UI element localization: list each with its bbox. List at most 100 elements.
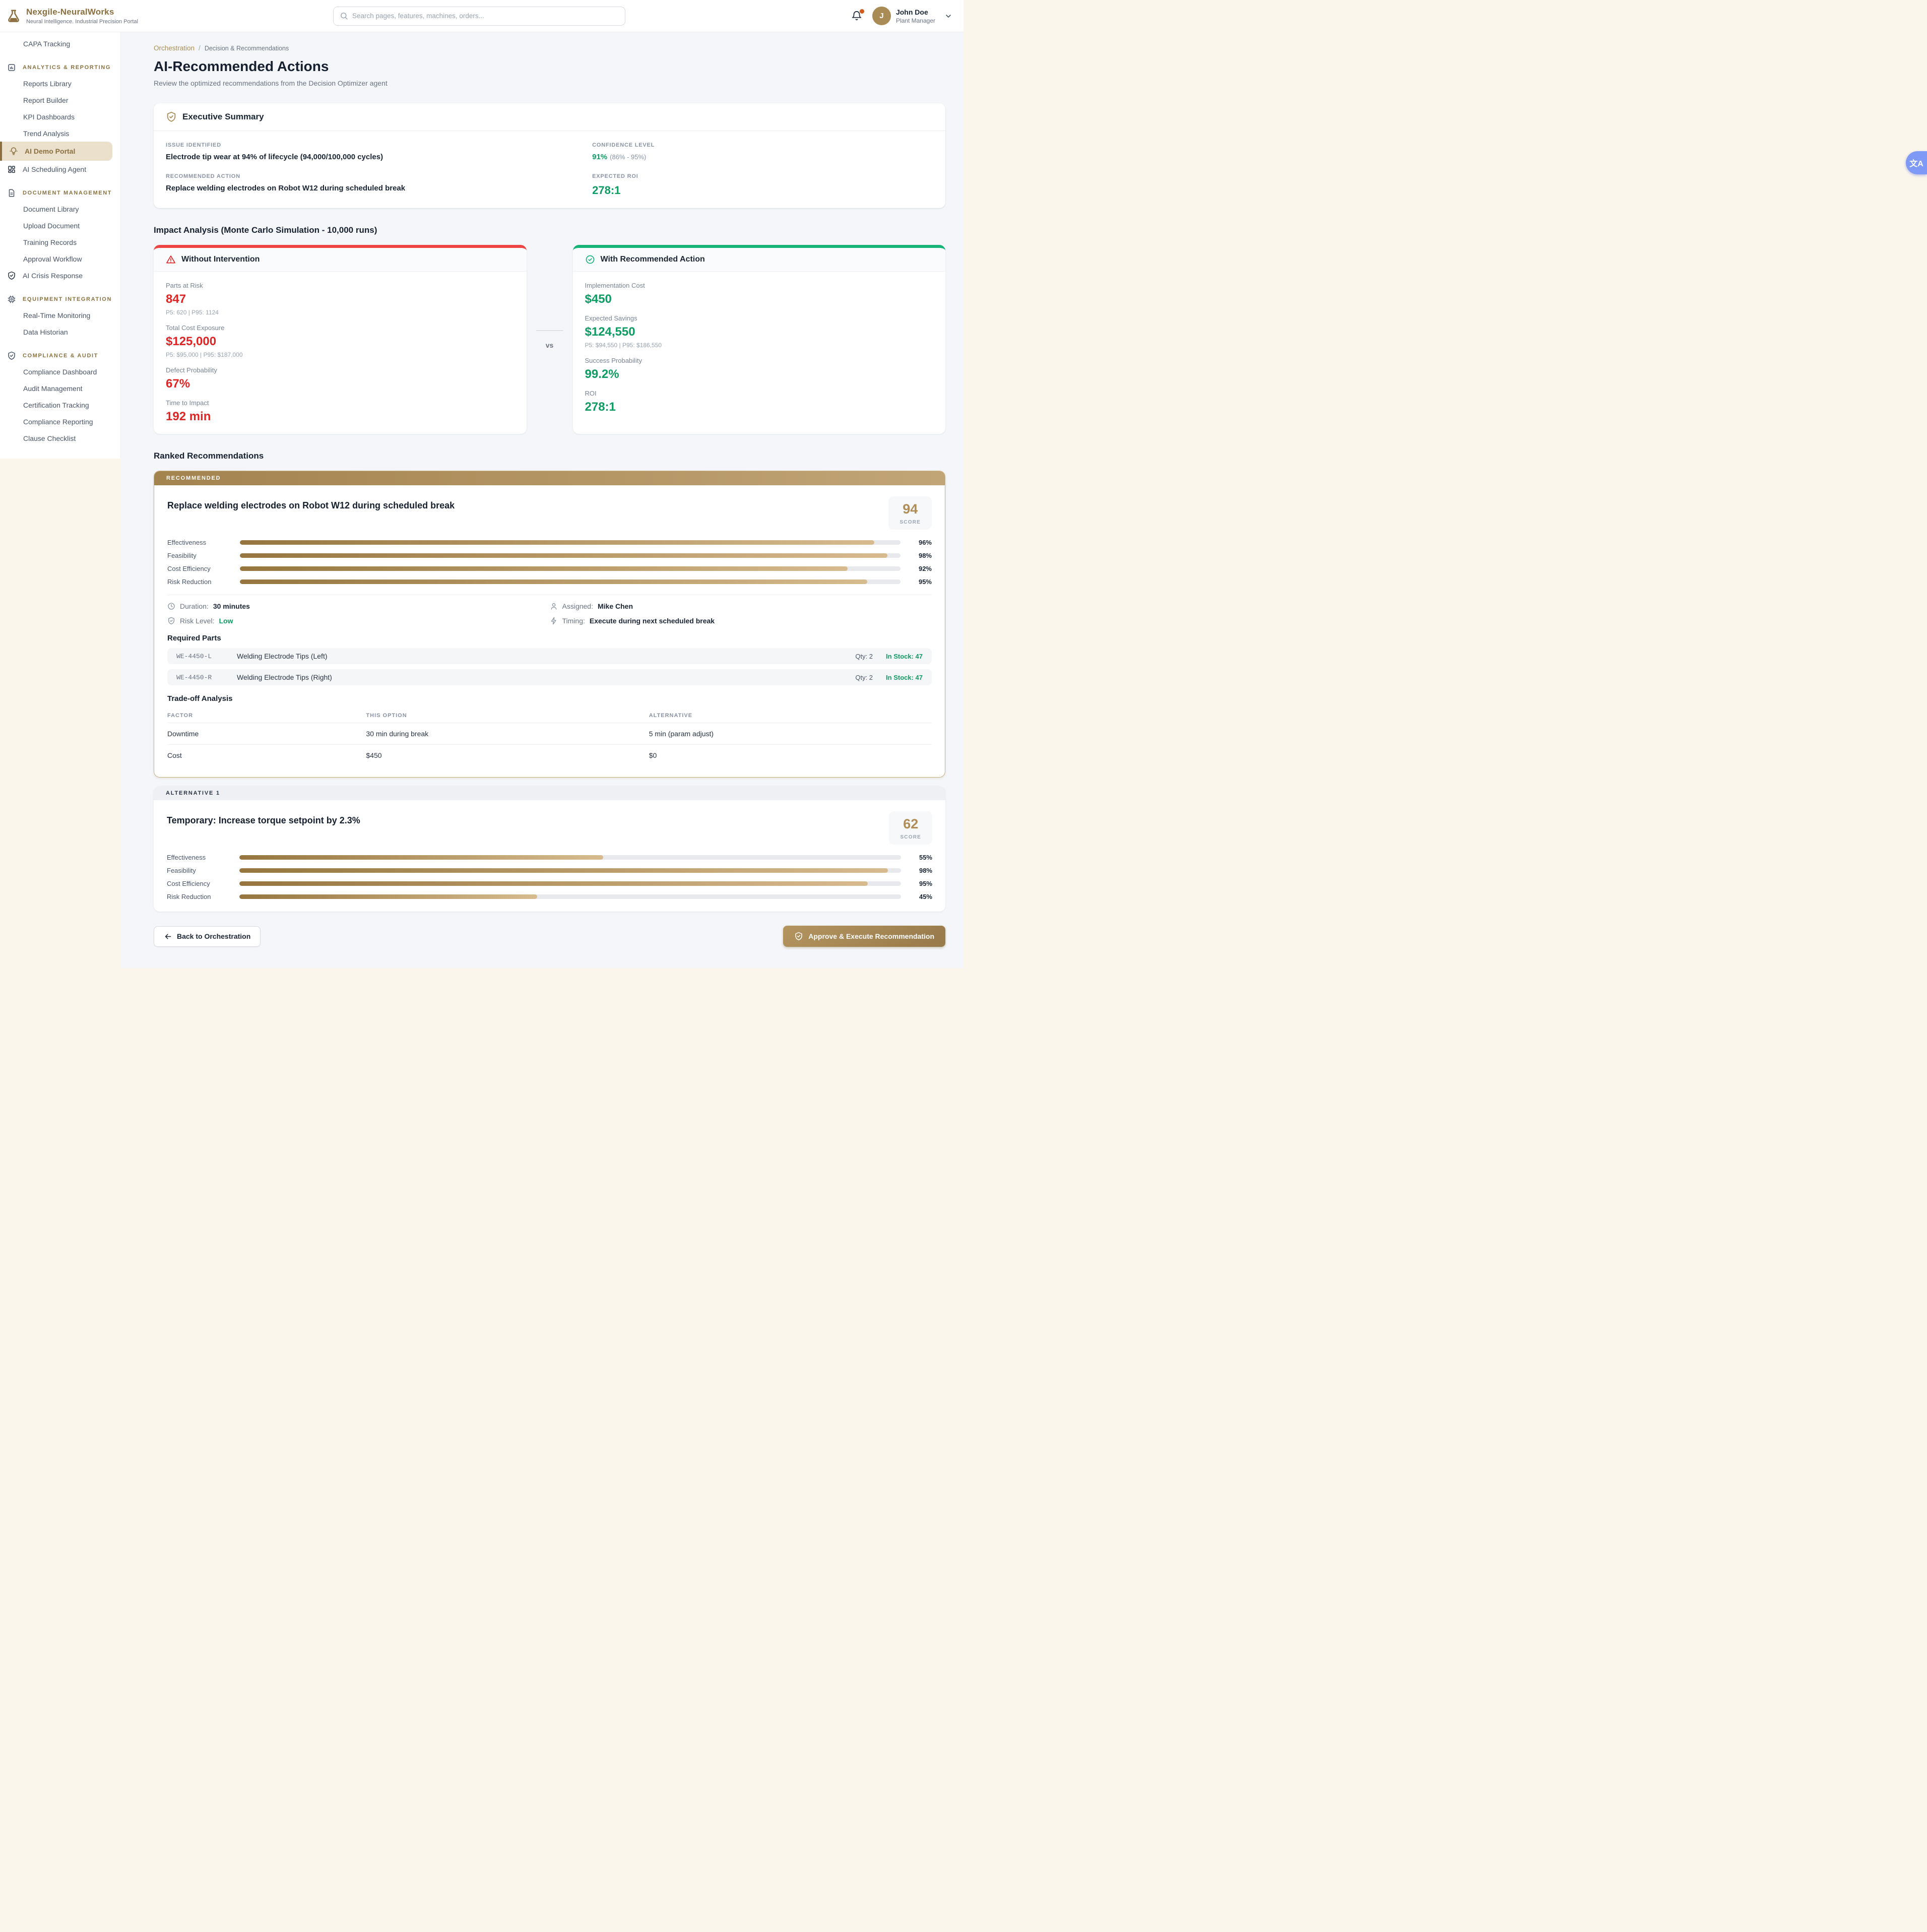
sidebar-item-ai-demo-portal[interactable]: AI Demo Portal — [0, 142, 112, 161]
confidence-level-label: CONFIDENCE LEVEL — [592, 142, 933, 148]
search-icon — [340, 12, 348, 20]
page-subtitle: Review the optimized recommendations fro… — [154, 79, 945, 87]
shield-check-icon — [166, 111, 177, 122]
tradeoff-row-downtime: Downtime 30 min during break 5 min (para… — [167, 723, 932, 744]
detail-risk-level: Risk Level: Low — [167, 617, 550, 625]
sidebar-item-report-builder[interactable]: Report Builder — [0, 92, 120, 108]
shield-icon — [7, 271, 16, 280]
arrow-left-icon — [164, 932, 172, 941]
search-input[interactable] — [352, 12, 619, 20]
metric-implementation-cost: Implementation Cost $450 — [585, 282, 934, 306]
sidebar-item-compliance-reporting[interactable]: Compliance Reporting — [0, 413, 120, 430]
translate-widget-button[interactable]: 文A — [1906, 151, 1927, 174]
recommended-action-value: Replace welding electrodes on Robot W12 … — [166, 184, 592, 192]
user-name: John Doe — [896, 8, 935, 16]
detail-duration: Duration: 30 minutes — [167, 602, 550, 610]
bar-effectiveness: Effectiveness 96% — [167, 539, 932, 546]
issue-identified-label: ISSUE IDENTIFIED — [166, 142, 592, 148]
sidebar-item-kpi-dashboards[interactable]: KPI Dashboards — [0, 108, 120, 125]
tradeoff-analysis-title: Trade-off Analysis — [167, 694, 932, 703]
metric-expected-savings: Expected Savings $124,550 P5: $94,550 | … — [585, 314, 934, 349]
breadcrumb-orchestration-link[interactable]: Orchestration — [154, 44, 195, 52]
metric-parts-at-risk: Parts at Risk 847 P5: 620 | P95: 1124 — [166, 282, 515, 316]
sidebar-item-audit-management[interactable]: Audit Management — [0, 380, 120, 397]
with-recommended-action-title: With Recommended Action — [601, 255, 705, 264]
metric-roi: ROI 278:1 — [585, 390, 934, 414]
expected-roi-label: EXPECTED ROI — [592, 173, 933, 179]
bar-feasibility: Feasibility 98% — [167, 867, 932, 874]
notifications-button[interactable] — [851, 11, 862, 22]
grid-icon — [7, 165, 16, 174]
sidebar-item-data-historian[interactable]: Data Historian — [0, 324, 120, 340]
shield-icon — [167, 617, 175, 625]
brand-title: Nexgile-NeuralWorks — [26, 7, 138, 17]
zap-icon — [550, 617, 558, 625]
alternative-1-badge: ALTERNATIVE 1 — [154, 786, 945, 800]
approve-execute-button[interactable]: Approve & Execute Recommendation — [783, 926, 945, 947]
user-role: Plant Manager — [896, 17, 935, 24]
bar-effectiveness: Effectiveness 55% — [167, 854, 932, 861]
sidebar-item-upload-document[interactable]: Upload Document — [0, 217, 120, 234]
vs-divider: vs — [527, 245, 573, 434]
brand: Nexgile-NeuralWorks Neural Intelligence.… — [6, 7, 223, 25]
user-menu[interactable]: J John Doe Plant Manager — [872, 7, 952, 25]
flask-logo-icon — [6, 9, 21, 24]
issue-identified-value: Electrode tip wear at 94% of lifecycle (… — [166, 153, 592, 161]
recommended-action-label: RECOMMENDED ACTION — [166, 173, 592, 179]
shield-check-icon — [794, 932, 803, 941]
detail-assigned: Assigned: Mike Chen — [550, 602, 932, 610]
sidebar-item-certification-tracking[interactable]: Certification Tracking — [0, 397, 120, 413]
sidebar-item-compliance-dashboard[interactable]: Compliance Dashboard — [0, 363, 120, 380]
sidebar-item-approval-workflow[interactable]: Approval Workflow — [0, 250, 120, 267]
bar-cost-efficiency: Cost Efficiency 92% — [167, 565, 932, 572]
bar-risk-reduction: Risk Reduction 45% — [167, 893, 932, 900]
criteria-bars: Effectiveness 96% Feasibility 98% Cost E… — [167, 539, 932, 586]
with-recommended-action-card: With Recommended Action Implementation C… — [573, 245, 946, 434]
sidebar-item-training-records[interactable]: Training Records — [0, 234, 120, 250]
shield-check-icon — [7, 351, 16, 360]
sidebar-item-ai-scheduling-agent[interactable]: AI Scheduling Agent — [0, 161, 120, 177]
bar-feasibility: Feasibility 98% — [167, 552, 932, 559]
app-header: Nexgile-NeuralWorks Neural Intelligence.… — [0, 0, 963, 32]
detail-timing: Timing: Execute during next scheduled br… — [550, 617, 932, 625]
breadcrumb-current: Decision & Recommendations — [205, 45, 289, 52]
recommendation-title: Replace welding electrodes on Robot W12 … — [167, 500, 455, 511]
expected-roi-value: 278:1 — [592, 184, 933, 197]
tradeoff-row-cost: Cost $450 $0 — [167, 744, 932, 766]
chevron-down-icon — [944, 12, 952, 20]
executive-summary-title: Executive Summary — [182, 112, 264, 122]
main-content: Orchestration / Decision & Recommendatio… — [121, 32, 963, 968]
metric-time-to-impact: Time to Impact 192 min — [166, 399, 515, 424]
alternative-criteria-bars: Effectiveness 55% Feasibility 98% Cost E… — [167, 854, 932, 900]
sidebar-item-real-time-monitoring[interactable]: Real-Time Monitoring — [0, 307, 120, 324]
chart-icon — [7, 63, 16, 72]
user-icon — [550, 602, 558, 610]
tradeoff-table: FACTOR THIS OPTION ALTERNATIVE Downtime … — [167, 709, 932, 766]
sidebar-item-clause-checklist[interactable]: Clause Checklist — [0, 430, 120, 446]
metric-defect-probability: Defect Probability 67% — [166, 366, 515, 391]
executive-summary-card: Executive Summary ISSUE IDENTIFIED Elect… — [154, 103, 945, 208]
required-parts-title: Required Parts — [167, 634, 932, 642]
without-intervention-title: Without Intervention — [181, 255, 260, 264]
metric-total-cost-exposure: Total Cost Exposure $125,000 P5: $95,000… — [166, 324, 515, 358]
sidebar-item-trend-analysis[interactable]: Trend Analysis — [0, 125, 120, 142]
back-to-orchestration-button[interactable]: Back to Orchestration — [154, 926, 261, 947]
without-intervention-card: Without Intervention Parts at Risk 847 P… — [154, 245, 527, 434]
sidebar-item-capa-tracking[interactable]: CAPA Tracking — [0, 35, 120, 52]
confidence-range: (86% - 95%) — [610, 153, 646, 161]
confidence-level-value: 91% — [592, 153, 607, 161]
global-search[interactable] — [333, 7, 625, 26]
part-row-we-4450-r: WE-4450-R Welding Electrode Tips (Right)… — [167, 669, 932, 685]
alternative-1-score-badge: 62 SCORE — [889, 811, 932, 845]
alternative-1-title: Temporary: Increase torque setpoint by 2… — [167, 815, 360, 826]
lightbulb-icon — [9, 147, 18, 156]
sidebar-item-document-library[interactable]: Document Library — [0, 201, 120, 217]
recommended-badge: RECOMMENDED — [154, 471, 945, 485]
recommended-card: RECOMMENDED Replace welding electrodes o… — [154, 471, 945, 778]
sidebar-item-ai-crisis-response[interactable]: AI Crisis Response — [0, 267, 120, 284]
check-circle-icon — [585, 254, 595, 265]
recommendation-details: Duration: 30 minutes Assigned: Mike Chen… — [167, 602, 932, 625]
brand-subtitle: Neural Intelligence. Industrial Precisio… — [26, 19, 138, 25]
sidebar-section-document-management: DOCUMENT MANAGEMENT — [0, 185, 120, 201]
sidebar-item-reports-library[interactable]: Reports Library — [0, 75, 120, 92]
